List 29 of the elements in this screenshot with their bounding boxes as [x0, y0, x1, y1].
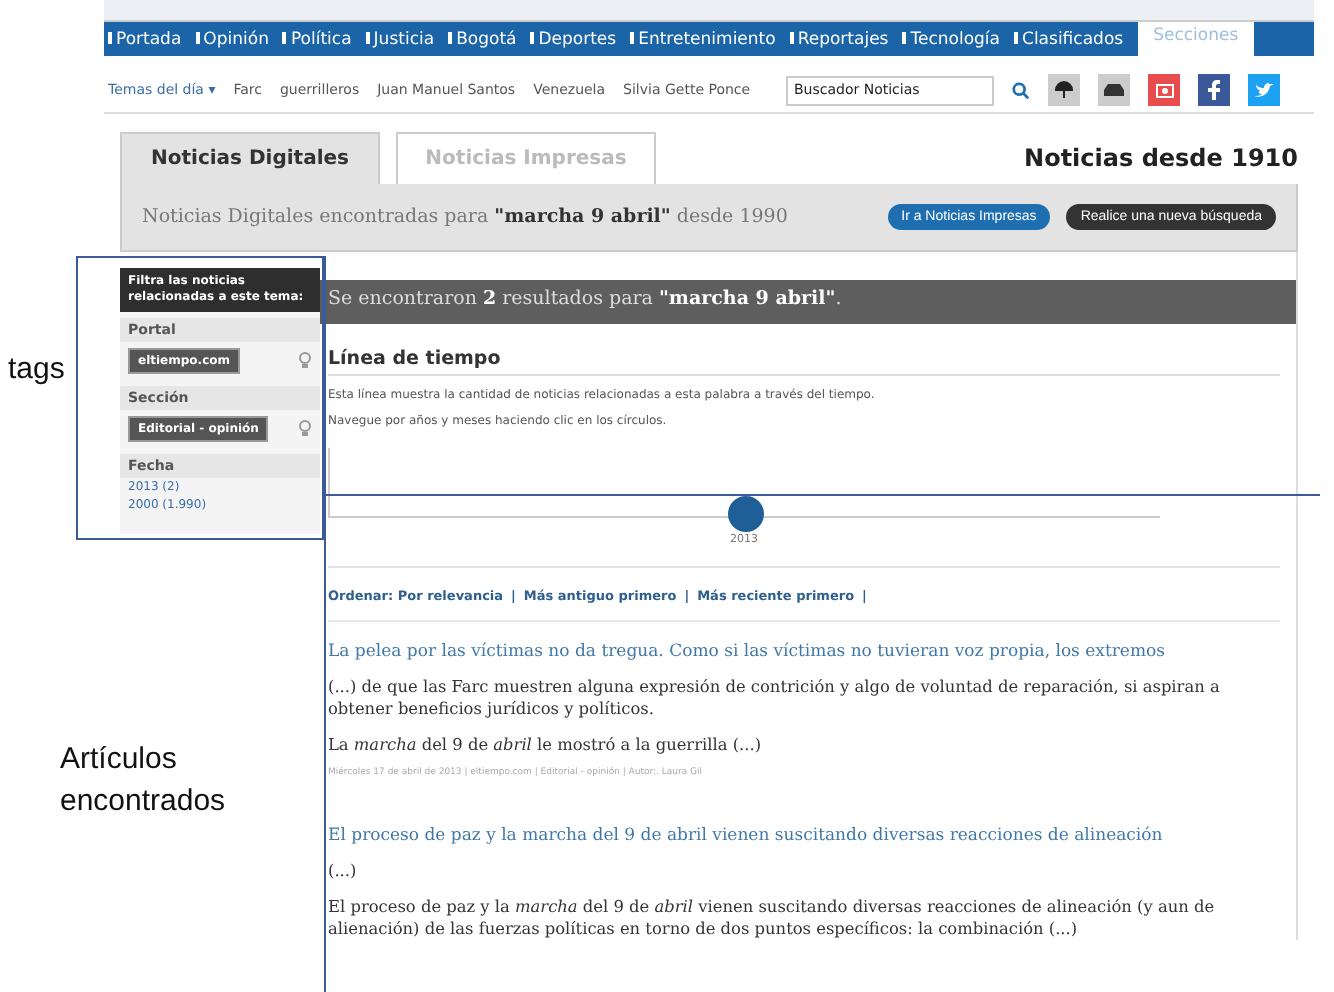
tab[interactable]: Noticias Digitales — [120, 132, 380, 184]
nav-link[interactable]: Portada — [108, 29, 182, 49]
timeline-title: Línea de tiempo — [328, 348, 1280, 376]
nav-link[interactable]: Clasificados — [1014, 29, 1124, 49]
page-heading: Noticias desde 1910 — [1024, 144, 1298, 172]
article-title-link[interactable]: El proceso de paz y la marcha del 9 de abril vienen suscitando diversas reacciones de alineación — [328, 826, 1280, 847]
nav-link[interactable]: Opinión — [195, 29, 269, 49]
nav-link[interactable]: Deportes — [530, 29, 617, 49]
camera-icon[interactable] — [1148, 74, 1180, 106]
timeline-dot[interactable] — [727, 496, 763, 532]
article-excerpt: (...) — [328, 860, 359, 883]
article-title-link[interactable]: La pelea por las víctimas no da tregua. Como si las víctimas no tuvieran voz propia, los extremos — [328, 642, 1280, 662]
search-icon[interactable] — [1012, 81, 1030, 99]
article-snippet: El proceso de paz y la marcha del 9 de abril vienen suscitando diversas reacciones de alineación (y aun de alienación) de las fuerzas políticas en torno de dos puntos específicos: la combinación (...) — [328, 896, 1217, 941]
annotation-label: tags — [8, 350, 67, 390]
facebook-icon[interactable] — [1198, 74, 1230, 106]
nav-link[interactable]: Reportajes — [789, 29, 889, 49]
nav-link[interactable]: Tecnología — [902, 29, 1001, 49]
summary-text: Noticias Digitales encontradas para "marcha 9 abril" desde 1990 — [142, 206, 788, 228]
nav-link[interactable]: Bogotá — [448, 29, 517, 49]
nav-link[interactable]: Política — [282, 29, 352, 49]
article-excerpt: (...) de que las Farc muestren alguna expresión de contrición y algo de voluntad de reparación, si aspiran a obtener beneficios jurídicos y políticos. — [328, 676, 1222, 721]
umbrella-icon[interactable] — [1048, 74, 1080, 106]
nav-link[interactable]: Entretenimiento — [630, 29, 776, 49]
bird-icon[interactable] — [1248, 74, 1280, 106]
article-snippet: La marcha del 9 de abril le mostró a la guerrilla (...) — [328, 734, 764, 757]
nav-link[interactable]: Justicia — [365, 29, 435, 49]
results-banner: Se encontraron 2 resultados para "marcha 9 abril". — [320, 280, 1296, 324]
annotation-label: Artículos encontrados — [60, 740, 228, 821]
